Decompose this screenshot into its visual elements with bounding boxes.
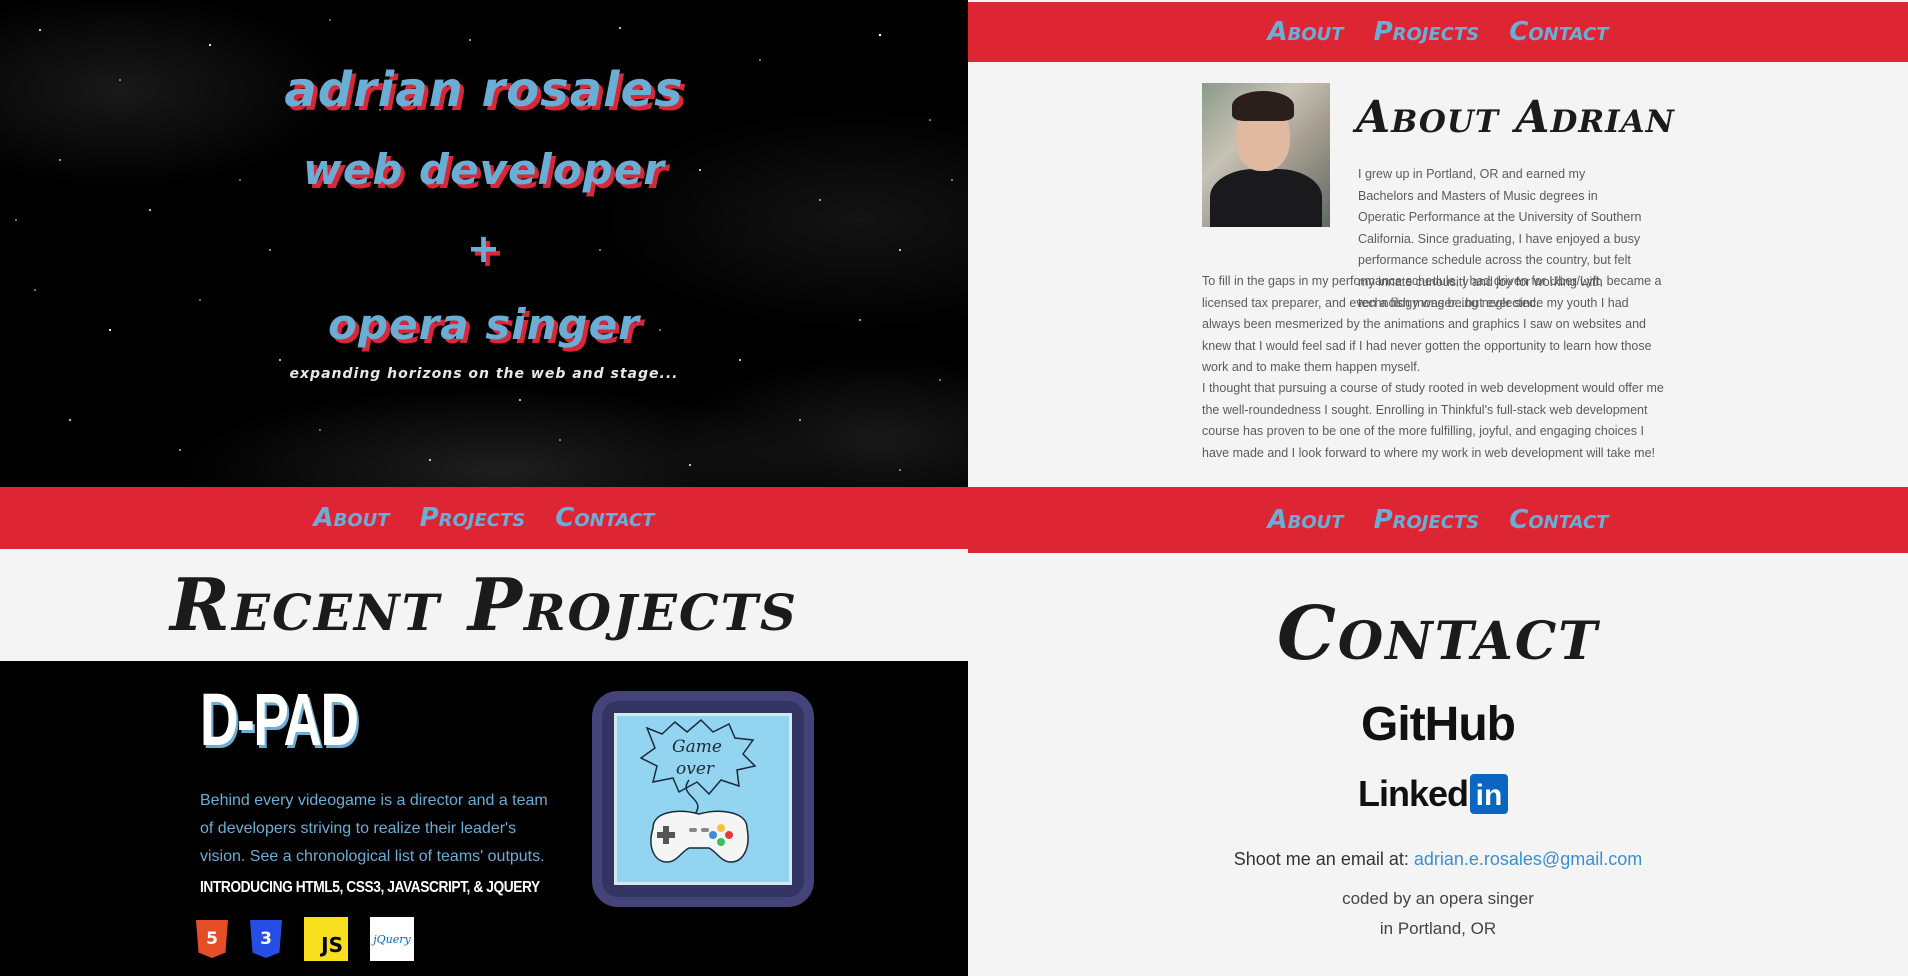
game-over-image: Game over [614, 713, 792, 885]
game-text-line2: over [676, 759, 715, 779]
about-paragraph-2: I thought that pursuing a course of stud… [1202, 381, 1664, 460]
github-link[interactable]: GitHub [968, 697, 1908, 752]
nav-about-link[interactable]: About [1268, 505, 1344, 535]
nav-projects-link[interactable]: Projects [1374, 505, 1480, 535]
footer-credit-line2: in Portland, OR [1379, 919, 1497, 938]
contact-title: Contact [1276, 591, 1599, 677]
project-screenshot-frame[interactable]: Game over [592, 691, 814, 907]
email-prefix: Shoot me an email at: [1233, 849, 1414, 869]
projects-navbar: About Projects Contact [0, 487, 968, 549]
nav-contact-link[interactable]: Contact [1509, 17, 1608, 47]
about-title: About Adrian [1356, 92, 1676, 143]
hero-plus: + [466, 226, 502, 272]
project-description: Behind every videogame is a director and… [200, 792, 548, 865]
hero-role-opera-singer: opera singer [328, 300, 640, 349]
hero-name: adrian rosales [284, 62, 684, 118]
game-text-line1: Game [672, 737, 722, 757]
contact-navbar: About Projects Contact [968, 487, 1908, 553]
linkedin-link[interactable]: Linked in [1358, 773, 1509, 815]
nav-contact-link[interactable]: Contact [1509, 505, 1608, 535]
hero-section: adrian rosales web developer + opera sin… [0, 0, 968, 487]
game-over-illustration: Game over [639, 718, 757, 863]
html5-icon: 5 [196, 920, 228, 958]
profile-photo [1202, 83, 1330, 227]
hero-role-web-developer: web developer [303, 145, 665, 194]
email-link[interactable]: adrian.e.rosales@gmail.com [1414, 849, 1642, 869]
email-line: Shoot me an email at: adrian.e.rosales@g… [968, 849, 1908, 870]
nav-contact-link[interactable]: Contact [555, 503, 654, 533]
footer-credit-line1: coded by an opera singer [1342, 889, 1534, 908]
nav-about-link[interactable]: About [1268, 17, 1344, 47]
project-name[interactable]: D-PAD [200, 677, 359, 762]
about-paragraph-1b: To fill in the gaps in my performance sc… [1202, 274, 1662, 374]
tech-icons-row: 5 3 JS jQuery [196, 917, 414, 961]
hero-tagline: expanding horizons on the web and stage.… [289, 366, 679, 382]
photo-hair [1232, 91, 1294, 121]
projects-section: About Projects Contact Recent Projects D… [0, 487, 968, 976]
contact-section: About Projects Contact Contact GitHub Li… [968, 487, 1908, 976]
photo-sweater [1210, 169, 1322, 227]
nav-projects-link[interactable]: Projects [1374, 17, 1480, 47]
linkedin-icon: in [1470, 774, 1509, 814]
about-section: About Projects Contact About Adrian I gr… [968, 0, 1908, 487]
projects-title: Recent Projects [170, 562, 798, 647]
javascript-icon: JS [304, 917, 348, 961]
nav-about-link[interactable]: About [314, 503, 390, 533]
about-navbar: About Projects Contact [968, 2, 1908, 62]
jquery-icon: jQuery [370, 917, 414, 961]
linkedin-wordmark: Linked [1358, 773, 1469, 814]
nav-projects-link[interactable]: Projects [420, 503, 526, 533]
project-tech-line: Introducing HTML5, CSS3, JavaScript, & J… [200, 879, 540, 896]
css3-icon: 3 [250, 920, 282, 958]
